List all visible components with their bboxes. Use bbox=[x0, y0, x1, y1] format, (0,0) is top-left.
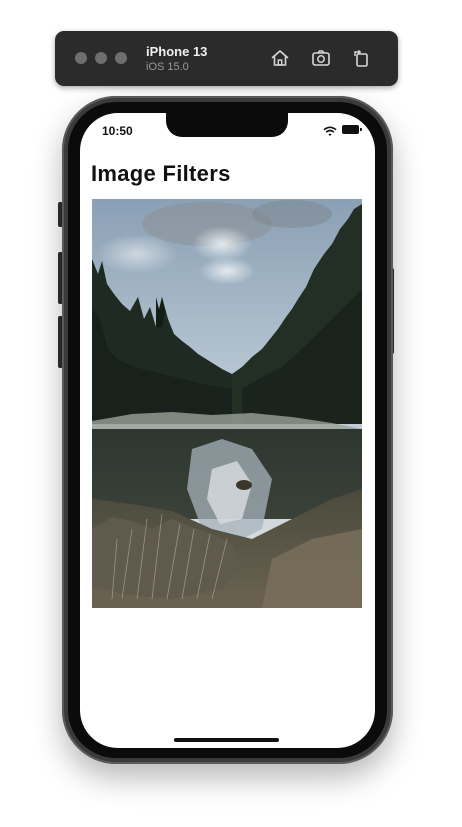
device-os-version: iOS 15.0 bbox=[146, 61, 189, 73]
device-name: iPhone 13 bbox=[146, 44, 208, 59]
window-minimize-dot[interactable] bbox=[95, 52, 107, 64]
notch bbox=[166, 113, 288, 137]
status-time: 10:50 bbox=[102, 124, 133, 138]
rotate-icon[interactable] bbox=[350, 47, 372, 69]
battery-icon bbox=[342, 125, 362, 134]
simulator-toolbar: iPhone 13 iOS 15.0 bbox=[55, 31, 398, 86]
page-title: Image Filters bbox=[91, 161, 231, 186]
wifi-icon bbox=[323, 124, 337, 136]
window-close-dot[interactable] bbox=[75, 52, 87, 64]
home-indicator[interactable] bbox=[174, 738, 279, 742]
screenshot-icon[interactable] bbox=[310, 47, 332, 69]
lake-photo bbox=[92, 199, 362, 608]
home-icon[interactable] bbox=[269, 47, 291, 69]
window-zoom-dot[interactable] bbox=[115, 52, 127, 64]
phone-screen: 10:50 Image Filters bbox=[80, 113, 375, 748]
